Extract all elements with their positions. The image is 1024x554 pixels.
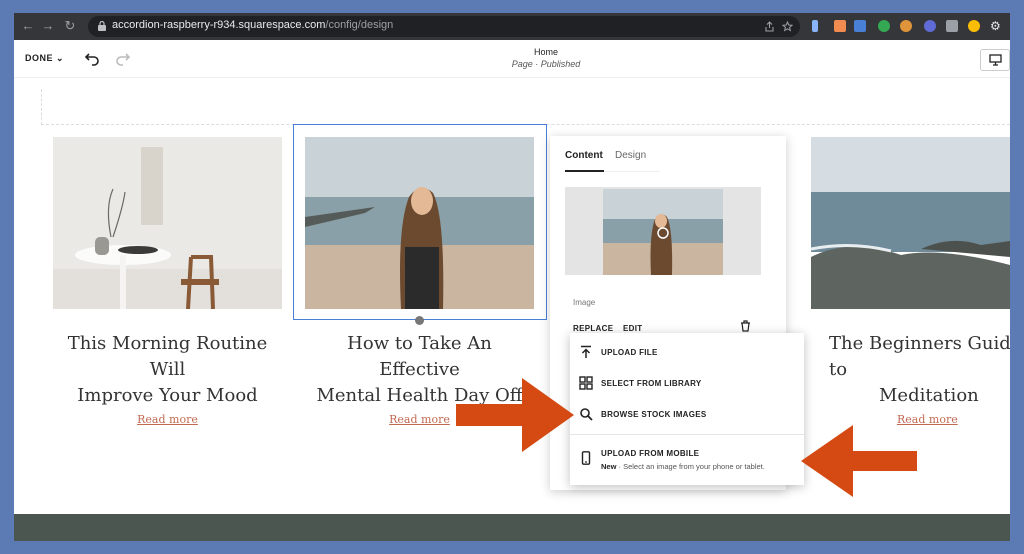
browse-stock-images-option[interactable]: BROWSE STOCK IMAGES	[570, 400, 804, 430]
upload-icon	[581, 345, 591, 358]
tab-divider	[604, 171, 660, 172]
extension-icon[interactable]	[812, 20, 818, 32]
replace-button[interactable]: REPLACE	[573, 324, 613, 333]
menu-divider	[570, 434, 804, 435]
read-more-link[interactable]: Read more	[53, 413, 282, 426]
tab-content[interactable]: Content	[565, 150, 603, 161]
resize-handle[interactable]	[415, 316, 424, 325]
upload-from-mobile-option[interactable]: UPLOAD FROM MOBILE New · Select an image…	[570, 439, 804, 479]
image-label: Image	[573, 298, 596, 307]
editor-topbar: DONE ⌄ Home Page · Published	[14, 40, 1010, 78]
back-arrow-icon[interactable]: ←	[20, 18, 36, 34]
extension-icon[interactable]	[924, 20, 936, 32]
extension-icon[interactable]	[968, 20, 980, 32]
select-from-library-option[interactable]: SELECT FROM LIBRARY	[570, 369, 804, 399]
share-icon[interactable]	[764, 21, 775, 32]
image-preview[interactable]	[565, 187, 761, 275]
device-view-button[interactable]	[980, 49, 1010, 71]
desktop-icon	[989, 54, 1002, 66]
forward-arrow-icon[interactable]: →	[40, 18, 56, 34]
trash-icon[interactable]	[740, 320, 751, 332]
blog-image-4[interactable]	[811, 137, 1010, 309]
phone-icon	[581, 451, 591, 465]
address-bar[interactable]: accordion-raspberry-r934.squarespace.com…	[88, 16, 800, 37]
extension-icon[interactable]	[946, 20, 958, 32]
annotation-arrow-right-icon	[456, 378, 574, 452]
upload-menu: UPLOAD FILE SELECT FROM LIBRARY BROWSE S…	[570, 333, 804, 485]
annotation-arrow-left-icon	[801, 425, 917, 497]
grid-icon	[579, 376, 593, 390]
puzzle-icon[interactable]: ⚙	[990, 20, 1002, 32]
url-text: accordion-raspberry-r934.squarespace.com…	[112, 19, 394, 31]
bookmark-star-icon[interactable]	[782, 21, 793, 32]
section-outline	[41, 89, 1010, 125]
mobile-upload-description: New · Select an image from your phone or…	[601, 462, 765, 471]
upload-file-option[interactable]: UPLOAD FILE	[570, 338, 804, 368]
extension-icon[interactable]	[834, 20, 846, 32]
active-tab-indicator	[565, 170, 604, 172]
page-footer	[14, 514, 1010, 541]
edit-button[interactable]: EDIT	[623, 324, 642, 333]
blog-image-1[interactable]	[53, 137, 282, 309]
blog-title-1[interactable]: This Morning Routine Will Improve Your Mo…	[53, 331, 282, 409]
extension-icon[interactable]	[878, 20, 890, 32]
lock-icon	[98, 21, 106, 31]
page-title: Home	[533, 47, 558, 57]
search-icon	[580, 408, 593, 421]
blog-image-2[interactable]	[305, 137, 534, 309]
blog-title-4[interactable]: The Beginners Guide to Meditation	[811, 331, 1010, 409]
browser-window: ← → ↻ accordion-raspberry-r934.squarespa…	[14, 13, 1010, 541]
browser-toolbar: ← → ↻ accordion-raspberry-r934.squarespa…	[14, 13, 1010, 40]
reload-icon[interactable]: ↻	[62, 18, 78, 34]
extension-icon[interactable]	[854, 20, 866, 32]
extension-icon[interactable]	[900, 20, 912, 32]
page-status: Page · Published	[511, 59, 581, 69]
tab-design[interactable]: Design	[615, 150, 646, 161]
